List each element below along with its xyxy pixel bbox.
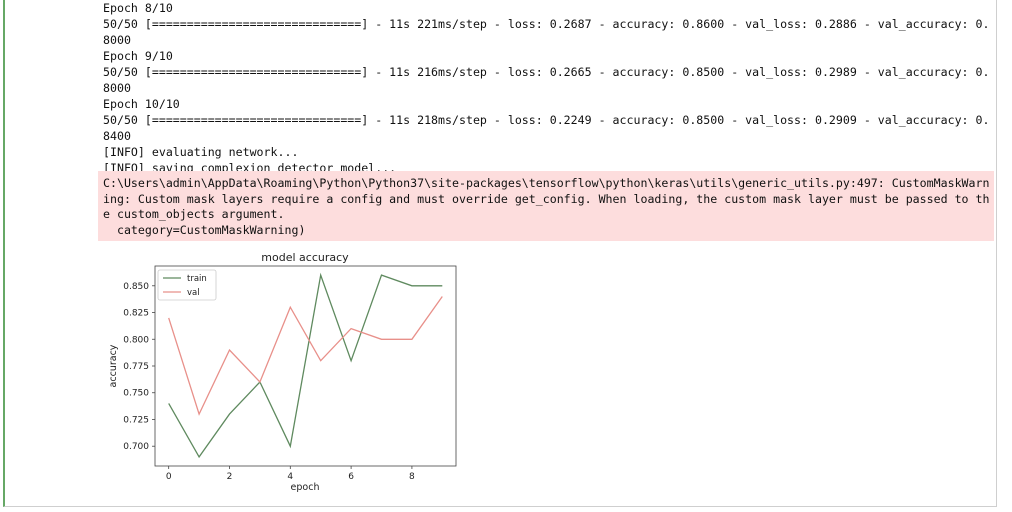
series-line-train — [168, 272, 443, 459]
y-tick-label: 0.700 — [123, 442, 149, 452]
y-tick-label: 0.800 — [123, 335, 149, 345]
log-line: 8400 — [103, 129, 131, 143]
y-tick-label: 0.725 — [123, 415, 149, 425]
x-axis-ticks: 0 2 4 6 8 — [166, 466, 415, 482]
log-line: Epoch 8/10 — [103, 1, 173, 15]
log-line: Epoch 9/10 — [103, 49, 173, 63]
warning-line: e custom_objects argument. — [103, 207, 285, 221]
log-line: Epoch 10/10 — [103, 97, 180, 111]
x-axis-label: epoch — [291, 482, 320, 493]
x-tick-label: 4 — [287, 472, 293, 482]
training-log-output: Epoch 8/10 50/50 [=======================… — [103, 0, 993, 176]
y-tick-label: 0.825 — [123, 309, 149, 319]
y-tick-label: 0.850 — [123, 282, 149, 292]
log-line: 50/50 [==============================] -… — [103, 17, 990, 31]
x-tick-label: 8 — [409, 472, 415, 482]
log-line: 50/50 [==============================] -… — [103, 65, 990, 79]
warning-line: C:\Users\admin\AppData\Roaming\Python\Py… — [103, 176, 990, 190]
x-tick-label: 2 — [227, 472, 233, 482]
y-tick-label: 0.750 — [123, 389, 149, 399]
log-line: 8000 — [103, 81, 131, 95]
accuracy-plot: model accuracy 0.700 0.725 0.750 0.775 0.800… — [100, 246, 470, 496]
log-line: 50/50 [==============================] -… — [103, 113, 990, 127]
accuracy-plot-svg: model accuracy 0.700 0.725 0.750 0.775 0.800… — [108, 251, 457, 493]
log-line: [INFO] evaluating network... — [103, 145, 299, 159]
legend-val-label: val — [187, 288, 200, 298]
y-tick-label: 0.775 — [123, 362, 149, 372]
x-tick-label: 6 — [348, 472, 354, 482]
log-line: 8000 — [103, 33, 131, 47]
warning-line: ing: Custom mask layers require a config… — [103, 191, 990, 206]
custom-mask-warning: C:\Users\admin\AppData\Roaming\Python\Py… — [98, 171, 994, 241]
y-axis-label: accuracy — [108, 344, 119, 387]
legend: train val — [157, 269, 217, 301]
chart-title: model accuracy — [261, 251, 349, 264]
series-layer — [168, 272, 443, 459]
legend-train-label: train — [187, 274, 207, 284]
x-tick-label: 0 — [166, 472, 172, 482]
warning-line: category=CustomMaskWarning) — [103, 222, 306, 237]
series-line-val — [168, 296, 443, 416]
y-axis-ticks: 0.700 0.725 0.750 0.775 0.800 0.825 0.850 — [123, 282, 155, 452]
